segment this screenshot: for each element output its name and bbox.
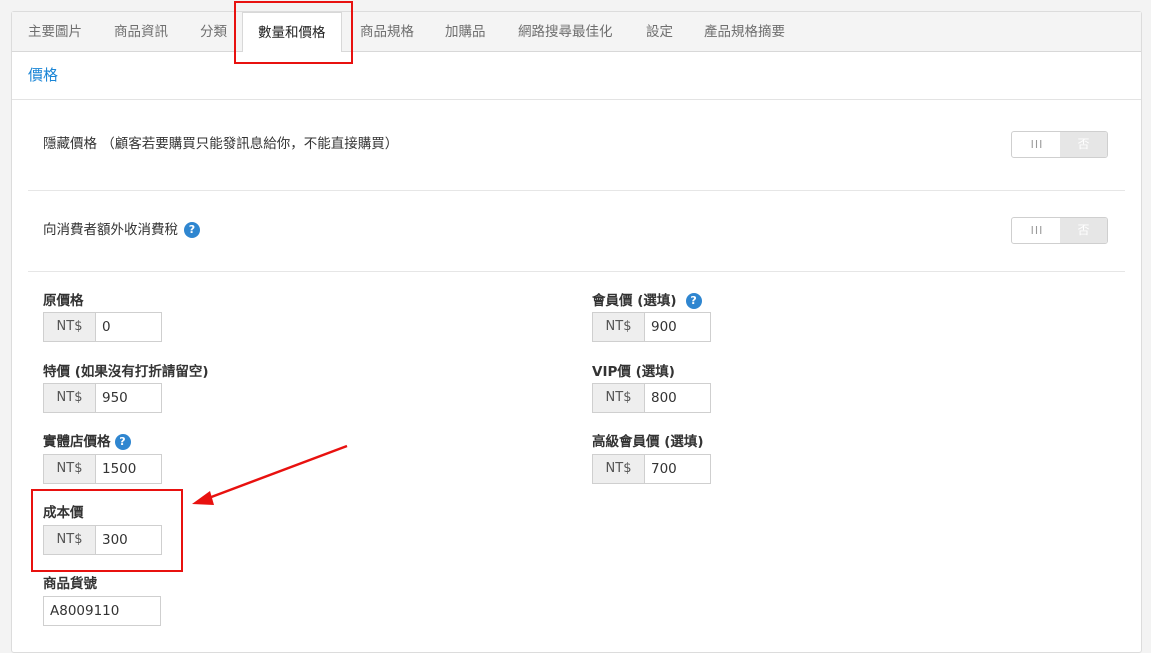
- arrow-shaft: [205, 444, 348, 501]
- annotation-arrow: [192, 444, 348, 505]
- arrow-head: [192, 491, 214, 505]
